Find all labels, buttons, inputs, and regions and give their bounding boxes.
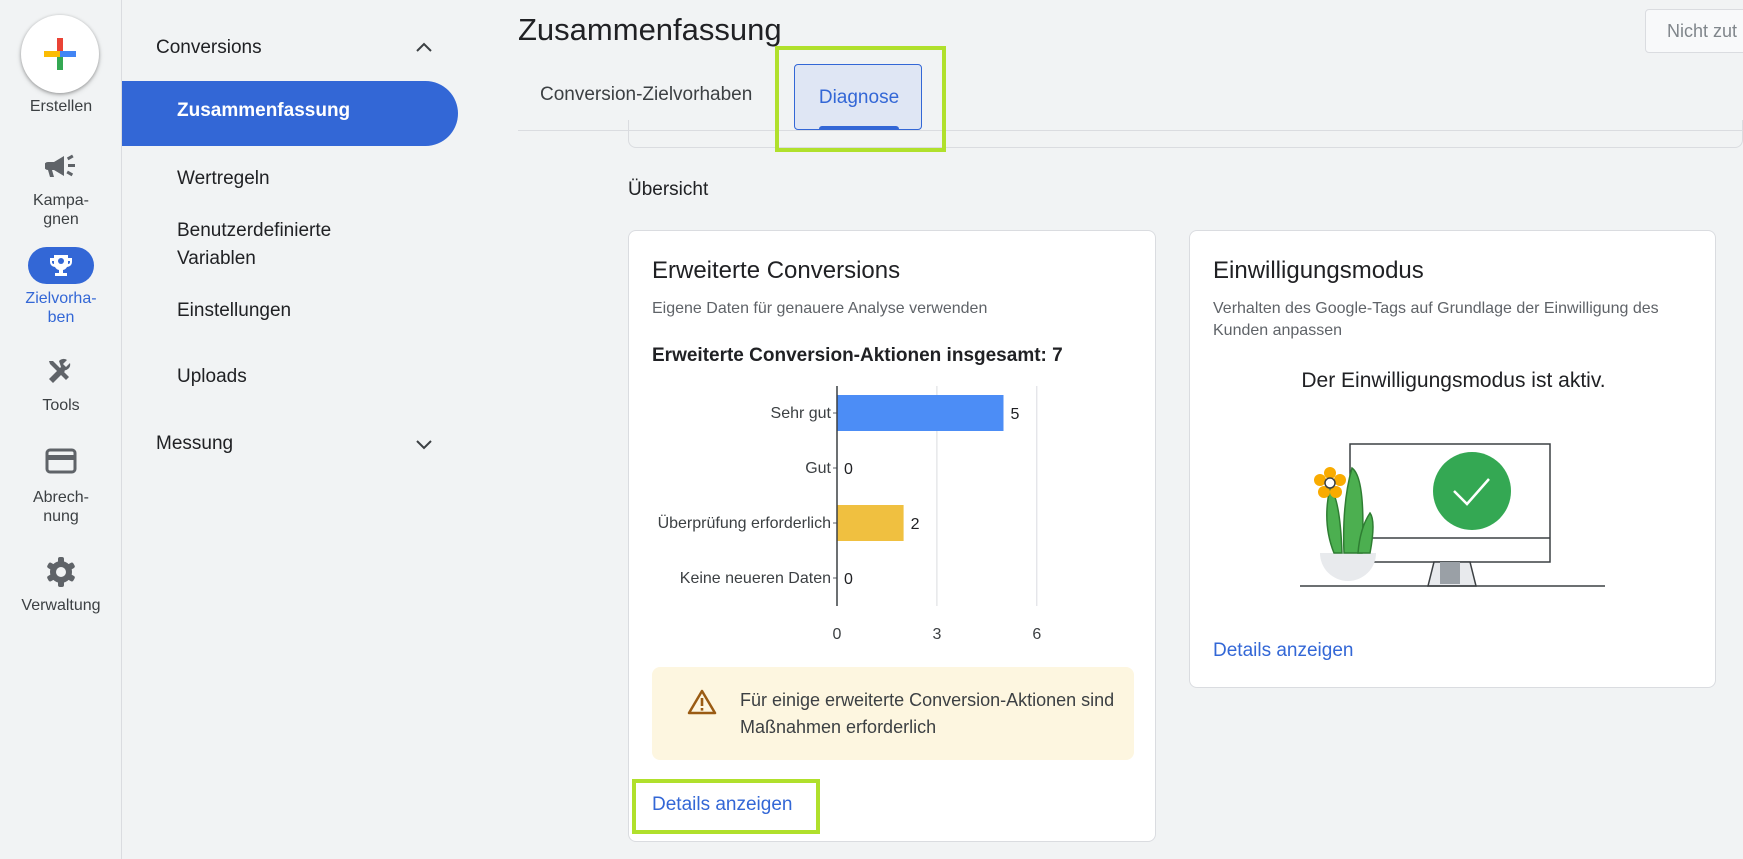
warning-banner: Für einige erweiterte Conversion-Aktione… — [652, 667, 1134, 760]
page-title: Zusammenfassung — [518, 12, 782, 47]
card-subtitle: Verhalten des Google-Tags auf Grundlage … — [1213, 300, 1659, 339]
create-label: Erstellen — [29, 98, 93, 115]
value-label-0: 5 — [1011, 406, 1020, 423]
rail-item-goals-pill[interactable] — [28, 247, 94, 284]
card-subtitle: Eigene Daten für genauere Analyse verwen… — [652, 300, 988, 317]
gear-icon[interactable] — [45, 556, 77, 588]
nav-item-custom-variables[interactable]: Benutzerdefinierte Variablen — [177, 217, 397, 273]
tools-icon[interactable] — [45, 357, 75, 387]
x-tick-label-3: 3 — [932, 626, 941, 643]
category-label-1: Gut — [805, 460, 831, 477]
consent-mode-card: Einwilligungsmodus Verhalten des Google-… — [1189, 230, 1716, 688]
highlight-box-tab — [775, 46, 946, 152]
megaphone-icon[interactable] — [45, 152, 77, 180]
value-label-1: 0 — [844, 461, 853, 478]
x-tick-label-0: 0 — [833, 626, 842, 643]
status-button[interactable]: Nicht zut — [1645, 9, 1743, 53]
chevron-down-icon[interactable] — [414, 437, 434, 451]
highlight-box-details-link — [632, 779, 820, 834]
consent-illustration — [1300, 443, 1605, 587]
section-title-overview: Übersicht — [628, 179, 709, 200]
value-label-3: 0 — [844, 571, 853, 588]
plus-icon — [44, 38, 76, 70]
nav-group-conversions[interactable]: Conversions — [156, 37, 262, 59]
total-actions-label: Erweiterte Conversion-Aktionen insgesamt… — [652, 345, 1063, 366]
value-label-2: 2 — [911, 516, 920, 533]
details-link-consent[interactable]: Details anzeigen — [1213, 640, 1353, 662]
diagnostic-bar-chart: Sehr gut 5 Gut 0 Überprüfung erforderlich 2 Ke… — [658, 386, 1041, 643]
rail-item-admin[interactable]: Verwaltung — [0, 596, 122, 615]
nav-item-settings[interactable]: Einstellungen — [177, 297, 291, 325]
nav-item-summary-label: Zusammenfassung — [177, 100, 351, 121]
rail-item-campaigns[interactable]: Kampa- gnen — [0, 191, 122, 229]
tab-conversion-goals[interactable]: Conversion-Zielvorhaben — [540, 84, 752, 106]
bar-2 — [837, 505, 904, 541]
warning-text: Für einige erweiterte Conversion-Aktione… — [740, 690, 1115, 737]
enhanced-conversions-card: Erweiterte Conversions Eigene Daten für … — [628, 230, 1156, 842]
card-title: Erweiterte Conversions — [652, 257, 901, 284]
rail-item-billing[interactable]: Abrech- nung — [0, 488, 122, 526]
consent-status: Der Einwilligungsmodus ist aktiv. — [1301, 369, 1606, 392]
x-tick-label-6: 6 — [1032, 626, 1041, 643]
chevron-up-icon[interactable] — [414, 40, 434, 54]
nav-item-uploads[interactable]: Uploads — [177, 363, 247, 391]
nav-group-measurement[interactable]: Messung — [156, 433, 233, 455]
rail-item-goals[interactable]: Zielvorha- ben — [0, 289, 122, 327]
tab-divider — [518, 130, 1743, 131]
nav-item-value-rules[interactable]: Wertregeln — [177, 165, 270, 193]
category-label-0: Sehr gut — [771, 405, 832, 422]
card-title: Einwilligungsmodus — [1213, 257, 1424, 284]
trophy-icon — [50, 255, 72, 276]
warning-icon — [687, 689, 717, 715]
category-label-2: Überprüfung erforderlich — [658, 514, 831, 532]
secondary-nav: Conversions Zusammenfassung Wertregeln B… — [122, 0, 490, 859]
category-label-3: Keine neueren Daten — [680, 570, 831, 587]
navigation-rail: Erstellen Kampa- gnen Zielvorha- ben Too… — [0, 0, 122, 859]
bar-0 — [837, 395, 1004, 431]
nav-item-summary[interactable]: Zusammenfassung — [122, 81, 458, 146]
create-button[interactable] — [21, 15, 99, 93]
credit-card-icon[interactable] — [45, 448, 77, 474]
rail-item-tools[interactable]: Tools — [0, 396, 122, 415]
